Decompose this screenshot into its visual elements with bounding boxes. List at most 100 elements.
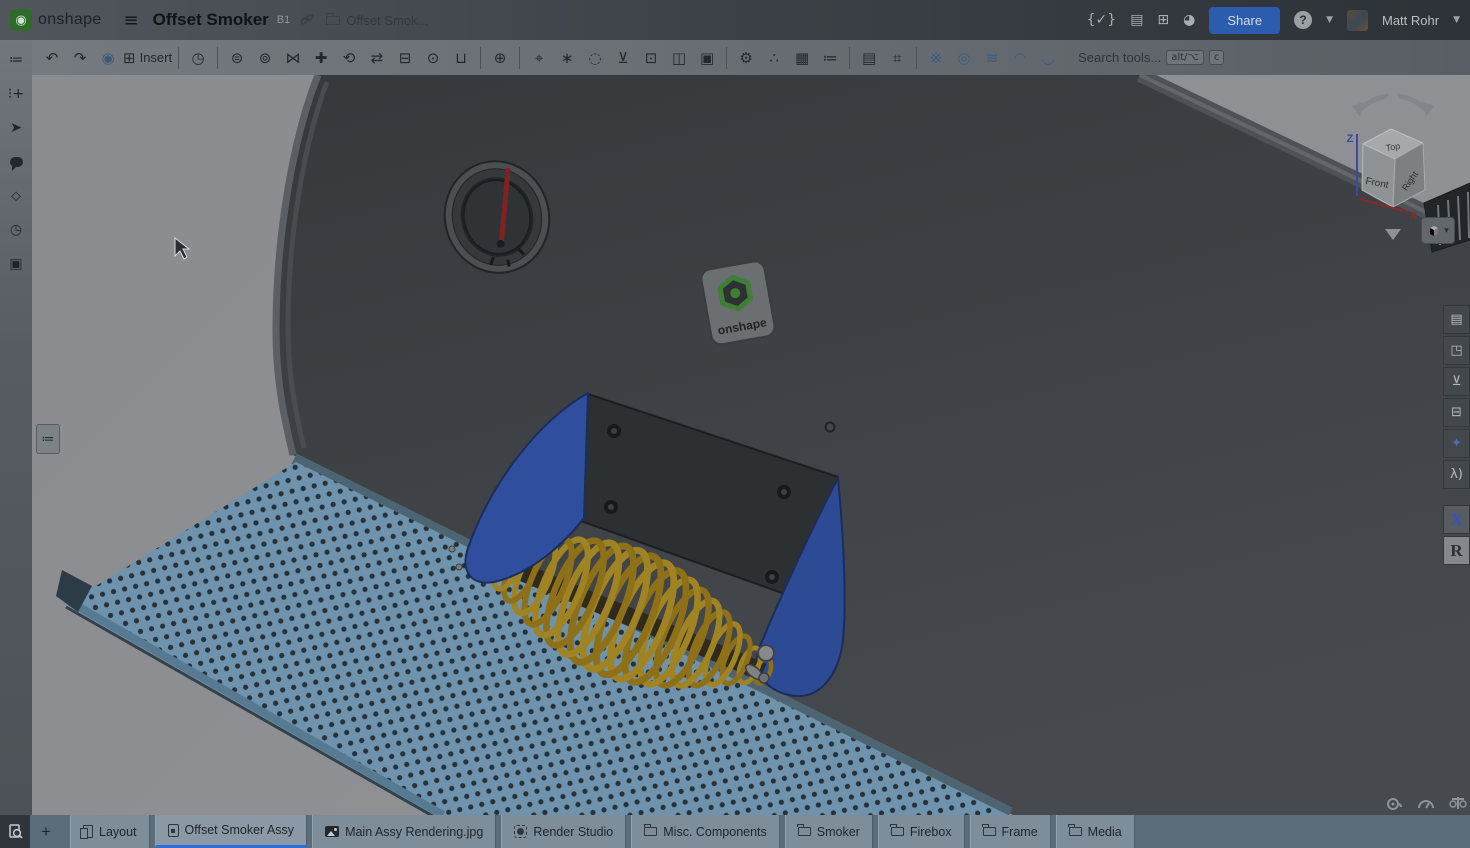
circular-pattern-icon[interactable]: ◌ (582, 45, 608, 71)
copy-parts-icon[interactable]: ⊡ (638, 45, 664, 71)
mechanism-icon[interactable]: ∴ (761, 45, 787, 71)
rollback-icon[interactable]: ◉ (95, 45, 121, 71)
tab-main-assy-rendering-jpg[interactable]: Main Assy Rendering.jpg (312, 815, 496, 848)
help-caret-icon[interactable]: ▼ (1326, 15, 1333, 25)
frame-studio-icon[interactable]: ⌗ (884, 45, 910, 71)
tab-label: Render Studio (533, 825, 613, 839)
toolbar-divider (480, 47, 481, 69)
3d-viewport[interactable]: onshape (32, 75, 1470, 815)
insert-parts-icon[interactable]: ⊻ (610, 45, 636, 71)
assembly-tree-icon[interactable]: ≔ (4, 47, 28, 72)
tab-layout[interactable]: Layout (70, 815, 150, 848)
gauge-icon[interactable] (1417, 795, 1435, 811)
cylindrical-mate-icon[interactable]: ⊔ (448, 45, 474, 71)
tab-firebox[interactable]: Firebox (878, 815, 965, 848)
bom-table-icon[interactable]: ▦ (789, 45, 815, 71)
tab-frame[interactable]: Frame (970, 815, 1051, 848)
tab-label: Media (1088, 825, 1122, 839)
bom-panel-icon[interactable]: ▤ (1443, 305, 1470, 334)
onshape-badge-part[interactable]: onshape (700, 260, 776, 346)
properties-form-icon[interactable]: ▣ (4, 251, 28, 276)
featurescript-icon[interactable]: {✓} (1087, 12, 1117, 28)
comments-icon[interactable] (4, 149, 28, 174)
search-tools-input[interactable]: Search tools... alt/⌥ c (1070, 46, 1232, 69)
custom-features-icon[interactable]: ▤ (856, 45, 882, 71)
tab-offset-smoker-assy[interactable]: Offset Smoker Assy (155, 815, 308, 848)
slider-mate-icon[interactable]: ⇄ (364, 45, 390, 71)
svg-text:X: X (1409, 210, 1417, 222)
rail-spacer (1443, 491, 1470, 503)
configurations-icon[interactable]: ⚙ (733, 45, 759, 71)
status-indicators (1385, 795, 1467, 811)
app-store-icon[interactable]: ⊞ (1157, 12, 1169, 28)
user-name[interactable]: Matt Rohr (1382, 13, 1439, 28)
planar-mate-icon[interactable]: ⊟ (392, 45, 418, 71)
instance-list-toggle[interactable]: ≔ (36, 424, 60, 454)
snapshot-icon[interactable]: ◎ (951, 45, 977, 71)
app-r-icon[interactable]: R (1443, 536, 1470, 565)
main-menu-icon[interactable]: ≡ (124, 10, 139, 31)
transform-icon[interactable]: ⌖ (526, 45, 552, 71)
stopwatch-icon[interactable]: ◷ (4, 217, 28, 242)
user-avatar[interactable] (1347, 10, 1368, 31)
group-icon[interactable]: ⊚ (252, 45, 278, 71)
exploded-view-icon[interactable]: ※ (923, 45, 949, 71)
follow-mode-icon[interactable]: ➤ (4, 115, 28, 140)
breadcrumb[interactable]: Offset Smok... (346, 13, 428, 28)
toolbar-divider (217, 47, 218, 69)
scale-icon[interactable] (1449, 795, 1467, 811)
version-badge: B1 (277, 14, 290, 26)
variables-icon[interactable]: ≔ (817, 45, 843, 71)
versions-icon[interactable]: ⁝+ (4, 81, 28, 106)
history-icon[interactable]: ◷ (185, 45, 211, 71)
help-cube-icon[interactable]: ⬦ (4, 183, 28, 208)
tab-render-studio[interactable]: Render Studio (501, 815, 626, 848)
render-tab-icon (514, 825, 527, 838)
appearance-icon[interactable]: ◡ (1035, 45, 1061, 71)
performance-icon[interactable] (1385, 795, 1403, 811)
fastened-mate-icon[interactable]: ✚ (308, 45, 334, 71)
tab-misc-components[interactable]: Misc. Components (631, 815, 780, 848)
appearance-panel-icon[interactable]: ◳ (1443, 336, 1470, 365)
mate-icon[interactable]: ⊜ (224, 45, 250, 71)
explode-panel-icon[interactable]: ⊻ (1443, 367, 1470, 396)
app-pinwheel-icon[interactable]: ✦ (1443, 429, 1470, 458)
svg-text:Z: Z (1347, 133, 1354, 145)
named-positions-icon[interactable]: ◠ (1007, 45, 1033, 71)
app-x-icon[interactable]: X (1443, 505, 1470, 534)
ball-mate-icon[interactable]: ⊙ (420, 45, 446, 71)
add-tab-button[interactable]: + (30, 815, 62, 848)
tab-smoker[interactable]: Smoker (785, 815, 873, 848)
insert-label: Insert (140, 50, 173, 65)
folder-tab-icon (891, 827, 904, 836)
revolute-mate-icon[interactable]: ⟲ (336, 45, 362, 71)
view-options-button[interactable]: ▾ (1421, 217, 1455, 244)
display-states-icon[interactable]: ◫ (666, 45, 692, 71)
folder-tab-icon (798, 827, 811, 836)
user-caret-icon[interactable]: ▼ (1453, 15, 1460, 25)
document-folder-icon[interactable] (326, 16, 340, 25)
tab-media[interactable]: Media (1056, 815, 1135, 848)
cube-arrow-up[interactable] (1386, 88, 1400, 99)
right-app-rail: ▤◳⊻⊟✦λ) XR (1443, 305, 1470, 567)
standard-content-icon[interactable]: ▣ (694, 45, 720, 71)
onshape-logo-icon[interactable]: ◉ (10, 9, 32, 31)
linear-pattern-icon[interactable]: ∗ (554, 45, 580, 71)
help-button[interactable]: ? (1294, 11, 1312, 29)
link-icon[interactable] (300, 13, 314, 27)
undo-icon[interactable]: ↶ (39, 45, 65, 71)
release-notes-icon[interactable]: ▤ (1130, 12, 1143, 28)
section-panel-icon[interactable]: ⊟ (1443, 398, 1470, 427)
tab-search-button[interactable] (0, 815, 30, 848)
redo-icon[interactable]: ↷ (67, 45, 93, 71)
learning-center-icon[interactable]: ◕ (1183, 12, 1195, 28)
assembly-toolbar: ↶↷◉⊞Insert◷⊜⊚⋈✚⟲⇄⊟⊙⊔⊕⌖∗◌⊻⊡◫▣⚙∴▦≔▤⌗※◎≋◠◡ … (32, 40, 1470, 75)
mate-relation-icon[interactable]: ⋈ (280, 45, 306, 71)
animate-icon[interactable]: ≋ (979, 45, 1005, 71)
mouse-cursor (175, 238, 189, 259)
insert-icon[interactable]: ⊞Insert (123, 45, 172, 71)
mate-connector-icon[interactable]: ⊕ (487, 45, 513, 71)
app-lambda-icon[interactable]: λ) (1443, 460, 1470, 489)
drawing-tab-icon (83, 825, 93, 838)
share-button[interactable]: Share (1209, 7, 1280, 34)
